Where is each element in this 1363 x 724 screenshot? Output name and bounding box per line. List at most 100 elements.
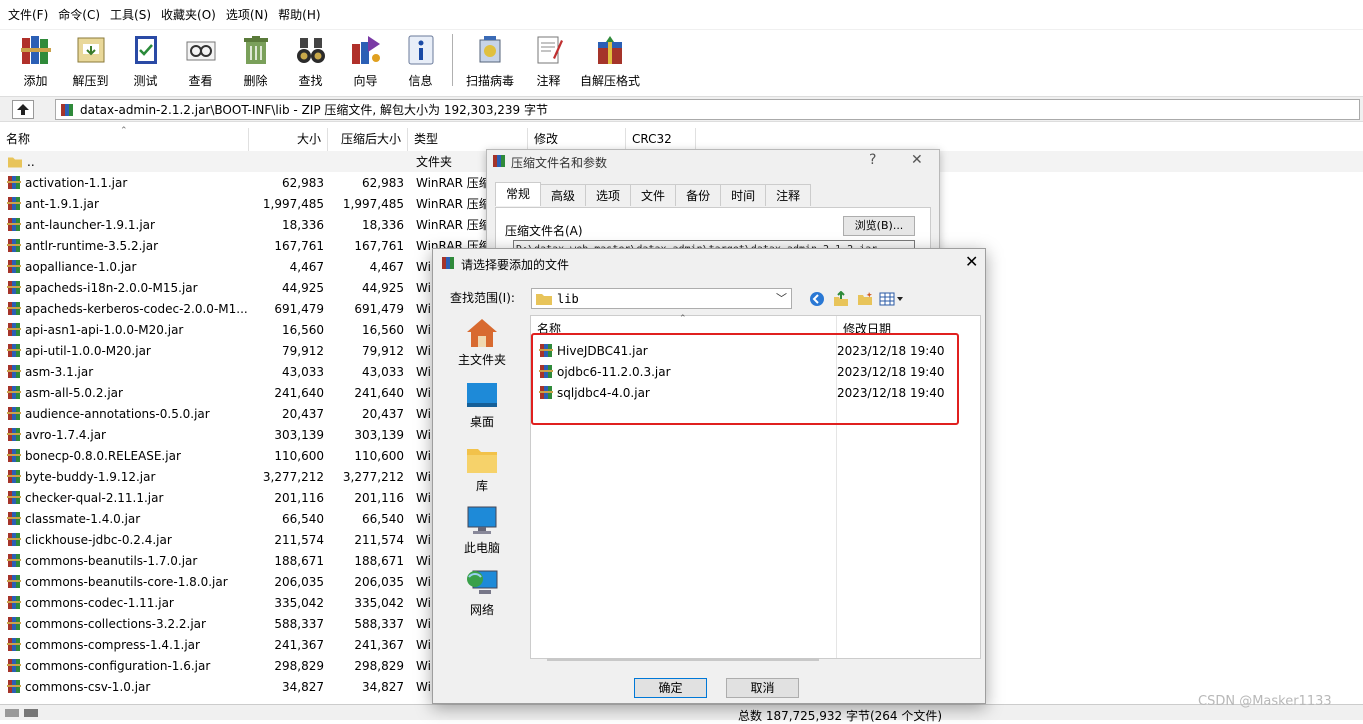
file-packed-size: 18,336 (362, 217, 404, 232)
place-home-folder[interactable]: 主文件夹 (447, 317, 517, 368)
test-icon (134, 36, 157, 64)
file-packed-size: 66,540 (362, 511, 404, 526)
select-dialog-close-button[interactable]: ✕ (965, 252, 978, 271)
archive-dialog-close-button[interactable]: ✕ (911, 152, 923, 168)
file-packed-size: 211,574 (354, 532, 404, 547)
list-item[interactable]: HiveJDBC41.jar 2023/12/18 19:40 (539, 340, 969, 361)
tab-backup[interactable]: 备份 (675, 184, 722, 206)
place-network[interactable]: 网络 (447, 567, 517, 618)
tab-files[interactable]: 文件 (630, 184, 677, 206)
view-menu-button[interactable] (877, 289, 907, 309)
jar-archive-icon (7, 218, 21, 231)
look-in-combo[interactable]: lib ﹀ (531, 288, 792, 309)
tab-time[interactable]: 时间 (720, 184, 767, 206)
address-field[interactable]: datax-admin-2.1.2.jar\BOOT-INF\lib - ZIP… (55, 99, 1360, 120)
tab-general[interactable]: 常规 (495, 182, 542, 206)
col-header-name[interactable]: 名称 ⌃ (0, 126, 249, 151)
file-name: clickhouse-jdbc-0.2.4.jar (25, 532, 172, 547)
menu-tools[interactable]: 工具(S) (105, 0, 156, 30)
col-header-packed[interactable]: 压缩后大小 (328, 128, 408, 151)
file-name: ojdbc6-11.2.0.3.jar (557, 364, 671, 379)
look-in-label: 查找范围(I): (450, 291, 515, 305)
jar-archive-icon (7, 407, 21, 420)
virus-scan-icon (479, 36, 501, 63)
jar-archive-icon (7, 302, 21, 315)
list-item[interactable]: sqljdbc4-4.0.jar 2023/12/18 19:40 (539, 382, 969, 403)
col-header-crc[interactable]: CRC32 (626, 128, 696, 151)
col-header-modified[interactable]: 修改 (528, 128, 626, 151)
new-folder-button[interactable] (853, 289, 877, 309)
delete-button[interactable]: 删除 (228, 30, 283, 90)
file-packed-size: 110,600 (354, 448, 404, 463)
file-view: ⌃ 名称 修改日期 HiveJDBC41.jar 2023/12/18 19:40… (530, 314, 981, 661)
jar-archive-icon (539, 344, 553, 357)
wizard-icon (351, 36, 380, 64)
archive-dialog-tabs: 常规 高级 选项 文件 备份 时间 注释 (495, 182, 812, 206)
address-bar: datax-admin-2.1.2.jar\BOOT-INF\lib - ZIP… (0, 96, 1363, 122)
up-folder-button[interactable] (12, 100, 34, 119)
help-button[interactable]: ? (869, 152, 876, 168)
up-level-button[interactable] (829, 289, 853, 309)
menu-help[interactable]: 帮助(H) (273, 0, 325, 30)
sfx-button[interactable]: 自解压格式 (576, 30, 644, 90)
col-header-type[interactable]: 类型 (408, 128, 528, 151)
jar-archive-icon (7, 386, 21, 399)
tab-advanced[interactable]: 高级 (540, 184, 587, 206)
file-packed-size: 1,997,485 (342, 196, 404, 211)
menu-file[interactable]: 文件(F) (3, 0, 53, 30)
place-library[interactable]: 库 (447, 445, 517, 494)
file-name: byte-buddy-1.9.12.jar (25, 469, 156, 484)
wizard-button[interactable]: 向导 (338, 30, 393, 90)
books-add-icon (20, 36, 51, 64)
file-size: 335,042 (274, 595, 324, 610)
find-button[interactable]: 查找 (283, 30, 338, 90)
col-header-size[interactable]: 大小 (249, 128, 328, 151)
menu-options[interactable]: 选项(N) (221, 0, 273, 30)
file-size: 16,560 (282, 322, 324, 337)
place-this-pc[interactable]: 此电脑 (447, 505, 517, 556)
tab-options[interactable]: 选项 (585, 184, 632, 206)
file-name: api-asn1-api-1.0.0-M20.jar (25, 322, 184, 337)
file-size: 18,336 (282, 217, 324, 232)
file-name: HiveJDBC41.jar (557, 343, 648, 358)
comment-button[interactable]: 注释 (521, 30, 576, 90)
view-menu-icon (879, 292, 903, 306)
add-button[interactable]: 添加 (8, 30, 63, 90)
sort-arrow-icon: ⌃ (120, 126, 128, 136)
browse-button[interactable]: 浏览(B)... (843, 216, 915, 236)
menu-commands[interactable]: 命令(C) (53, 0, 105, 30)
file-packed-size: 44,925 (362, 280, 404, 295)
file-size: 588,337 (274, 616, 324, 631)
file-size: 79,912 (282, 343, 324, 358)
menu-favorites[interactable]: 收藏夹(O) (156, 0, 221, 30)
test-button[interactable]: 测试 (118, 30, 173, 90)
file-size: 201,116 (274, 490, 324, 505)
file-name: bonecp-0.8.0.RELEASE.jar (25, 448, 181, 463)
file-size: 188,671 (274, 553, 324, 568)
jar-archive-icon (7, 176, 21, 189)
file-name: commons-collections-3.2.2.jar (25, 616, 206, 631)
cancel-button[interactable]: 取消 (726, 678, 799, 698)
list-item[interactable]: ojdbc6-11.2.0.3.jar 2023/12/18 19:40 (539, 361, 969, 382)
place-desktop[interactable]: 桌面 (447, 381, 517, 430)
file-size: 20,437 (282, 406, 324, 421)
sort-arrow-icon: ⌃ (679, 314, 687, 324)
jar-archive-icon (7, 638, 21, 651)
file-packed-size: 34,827 (362, 679, 404, 694)
jar-archive-icon (7, 428, 21, 441)
horizontal-scrollbar[interactable] (547, 658, 819, 661)
file-packed-size: 335,042 (354, 595, 404, 610)
extract-to-button[interactable]: 解压到 (63, 30, 118, 90)
view-button[interactable]: 查看 (173, 30, 228, 90)
file-packed-size: 188,671 (354, 553, 404, 568)
tab-comment[interactable]: 注释 (765, 184, 812, 206)
file-name: commons-configuration-1.6.jar (25, 658, 211, 673)
file-packed-size: 16,560 (362, 322, 404, 337)
jar-archive-icon (7, 344, 21, 357)
info-button[interactable]: 信息 (393, 30, 448, 90)
extract-to-icon (77, 37, 104, 63)
back-button[interactable] (805, 289, 829, 309)
jar-archive-icon (7, 239, 21, 252)
ok-button[interactable]: 确定 (634, 678, 707, 698)
virus-scan-button[interactable]: 扫描病毒 (459, 30, 521, 90)
